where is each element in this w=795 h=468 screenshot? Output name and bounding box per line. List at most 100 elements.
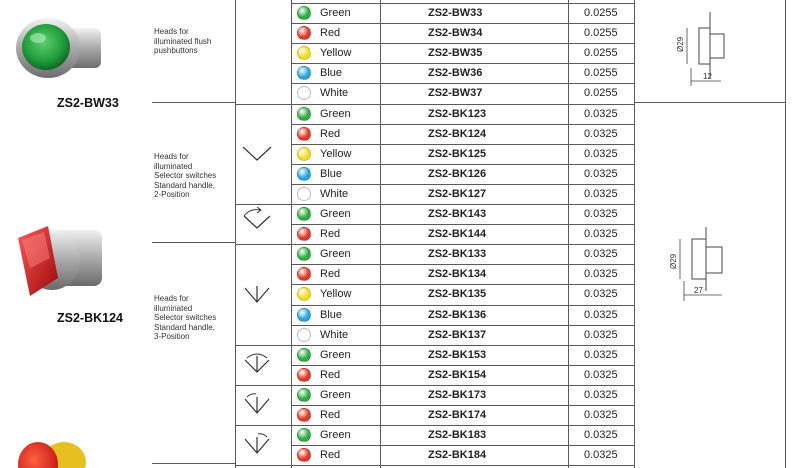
weight-value: 0.0325 xyxy=(584,409,618,421)
weight-value: 0.0325 xyxy=(584,369,618,381)
column-line xyxy=(634,0,635,468)
model-number: ZS2-BK174 xyxy=(428,409,487,421)
color-name: Green xyxy=(320,208,351,220)
weight-value: 0.0325 xyxy=(584,168,618,180)
dimension-box-divider xyxy=(634,102,786,103)
color-name: Yellow xyxy=(320,288,352,300)
model-number: ZS2-BK183 xyxy=(428,429,487,441)
handle-2pos-rotate-icon xyxy=(243,206,271,229)
color-name: Green xyxy=(320,429,351,441)
color-indicator-icon xyxy=(297,227,311,241)
model-number: ZS2-BK125 xyxy=(428,148,487,160)
color-name: Blue xyxy=(320,168,343,180)
color-name: Green xyxy=(320,389,351,401)
color-indicator-icon xyxy=(297,368,311,382)
pushbutton-dimension-drawing: Ø29 12 xyxy=(676,12,725,86)
weight-value: 0.0325 xyxy=(584,128,618,140)
group-divider xyxy=(152,463,236,464)
color-name: Red xyxy=(320,228,341,240)
color-indicator-icon xyxy=(297,66,311,80)
color-indicator-icon xyxy=(297,348,311,362)
color-indicator-icon xyxy=(297,26,311,40)
weight-value: 0.0255 xyxy=(584,7,618,19)
weight-value: 0.0325 xyxy=(584,389,618,401)
column-line xyxy=(291,0,292,468)
weight-value: 0.0325 xyxy=(584,108,618,120)
color-name: Yellow xyxy=(320,148,352,160)
model-number: ZS2-BW35 xyxy=(428,47,483,59)
color-indicator-icon xyxy=(297,448,311,462)
model-number: ZS2-BK133 xyxy=(428,248,487,260)
product-label-pushbutton: ZS2-BW33 xyxy=(57,96,119,110)
column-line xyxy=(785,0,786,468)
weight-value: 0.0325 xyxy=(584,208,618,220)
handle-2pos-icon xyxy=(242,146,272,161)
column-line xyxy=(568,0,569,468)
pushbutton-diameter-label: Ø29 xyxy=(676,36,685,52)
pushbutton-depth-label: 12 xyxy=(703,72,712,81)
color-name: Green xyxy=(320,108,351,120)
handle-3pos-spring-icon xyxy=(244,353,270,373)
color-indicator-icon xyxy=(297,127,311,141)
color-name: Red xyxy=(320,449,341,461)
weight-value: 0.0325 xyxy=(584,449,618,461)
model-number: ZS2-BK184 xyxy=(428,449,487,461)
selector-depth-label: 27 xyxy=(694,286,703,295)
weight-value: 0.0325 xyxy=(584,429,618,441)
weight-value: 0.0255 xyxy=(584,87,618,99)
model-number: ZS2-BW34 xyxy=(428,27,483,39)
color-name: Red xyxy=(320,27,341,39)
color-name: Yellow xyxy=(320,47,352,59)
model-number: ZS2-BK173 xyxy=(428,389,487,401)
color-indicator-icon xyxy=(297,207,311,221)
model-number: ZS2-BW36 xyxy=(428,67,483,79)
group-description-selector-3pos: Heads for illuminated Selector switches Sta… xyxy=(154,294,217,341)
partial-product-photo xyxy=(18,442,86,468)
handle-3pos-icon xyxy=(244,286,270,303)
selector-switch-photo xyxy=(18,226,102,296)
color-indicator-icon xyxy=(297,187,311,201)
color-name: Red xyxy=(320,409,341,421)
product-label-selector: ZS2-BK124 xyxy=(57,311,123,325)
weight-value: 0.0325 xyxy=(584,309,618,321)
color-indicator-icon xyxy=(297,408,311,422)
color-indicator-icon xyxy=(297,86,311,100)
color-name: White xyxy=(320,329,349,341)
color-name: Green xyxy=(320,7,351,19)
group-description-pushbutton: Heads for illuminated flush pushbuttons xyxy=(154,27,212,55)
model-number: ZS2-BK143 xyxy=(428,208,487,220)
color-indicator-icon xyxy=(297,46,311,60)
model-number: ZS2-BK135 xyxy=(428,288,487,300)
model-number: ZS2-BK127 xyxy=(428,188,487,200)
color-name: Red xyxy=(320,268,341,280)
weight-value: 0.0325 xyxy=(584,228,618,240)
color-indicator-icon xyxy=(297,267,311,281)
weight-value: 0.0255 xyxy=(584,27,618,39)
handle-3pos-right-spring-icon xyxy=(244,433,270,454)
group-description-selector-2pos: Heads for illuminated Selector switches Sta… xyxy=(154,152,217,199)
model-number: ZS2-BK154 xyxy=(428,369,487,381)
color-name: Red xyxy=(320,128,341,140)
group-divider xyxy=(152,242,236,243)
weight-value: 0.0325 xyxy=(584,288,618,300)
column-line xyxy=(235,0,236,468)
weight-value: 0.0325 xyxy=(584,248,618,260)
model-number: ZS2-BK153 xyxy=(428,349,487,361)
color-indicator-icon xyxy=(297,147,311,161)
column-line xyxy=(380,0,381,468)
color-name: Green xyxy=(320,248,351,260)
model-number: ZS2-BK144 xyxy=(428,228,487,240)
selector-diameter-label: Ø29 xyxy=(669,253,678,269)
color-name: Red xyxy=(320,369,341,381)
weight-value: 0.0325 xyxy=(584,349,618,361)
weight-value: 0.0255 xyxy=(584,47,618,59)
color-name: Blue xyxy=(320,67,343,79)
model-number: ZS2-BK134 xyxy=(428,268,487,280)
color-indicator-icon xyxy=(297,287,311,301)
color-indicator-icon xyxy=(297,107,311,121)
model-number: ZS2-BK137 xyxy=(428,329,487,341)
color-indicator-icon xyxy=(297,247,311,261)
model-number: ZS2-BK126 xyxy=(428,168,487,180)
model-number: ZS2-BK124 xyxy=(428,128,487,140)
weight-value: 0.0325 xyxy=(584,148,618,160)
